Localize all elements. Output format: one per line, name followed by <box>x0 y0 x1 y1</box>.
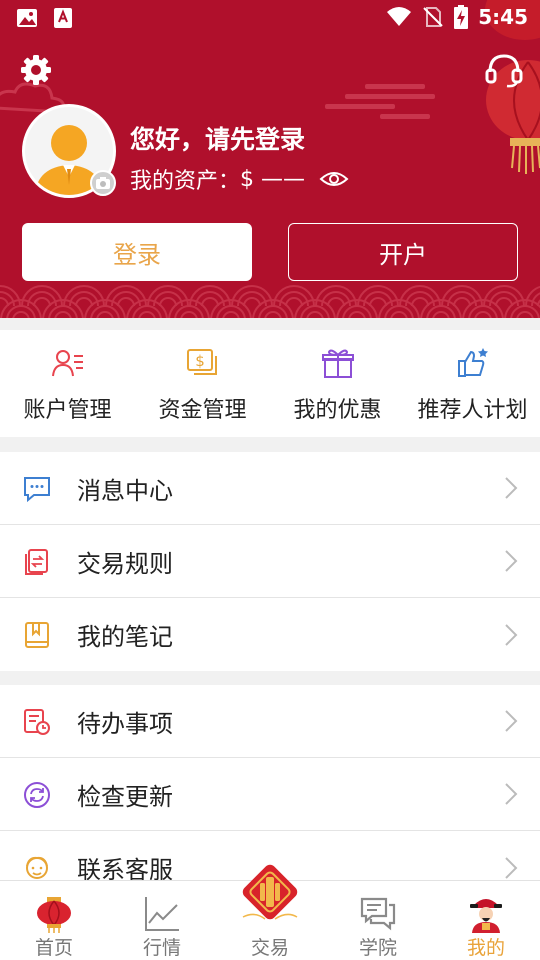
assets-row: 我的资产： $ —— <box>130 163 349 195</box>
rules-icon <box>25 549 48 575</box>
quick-actions: 账户管理 $ 资金管理 我的优惠 推荐人计划 <box>0 330 540 437</box>
quick-label: 资金管理 <box>158 398 247 423</box>
nav-label: 学院 <box>358 937 397 959</box>
account-icon <box>51 350 83 377</box>
status-bar: 5:45 <box>0 0 540 36</box>
nav-academy[interactable]: 学院 <box>324 881 432 960</box>
nav-label: 首页 <box>34 937 73 959</box>
profile-header: 5:45 您好，请先登录 我的资产： $ —— 登录 开户 <box>0 0 540 318</box>
wave-pattern-decoration <box>0 285 540 318</box>
menu-group-1: 消息中心 交易规则 我的笔记 <box>0 452 540 671</box>
firecracker-icon <box>242 864 298 920</box>
eye-icon[interactable] <box>319 170 349 188</box>
my-notes-row[interactable]: 我的笔记 <box>0 598 540 671</box>
wifi-icon <box>387 7 412 26</box>
settings-gear-icon[interactable] <box>20 54 52 86</box>
bottom-navigation: 首页 行情 交易 学院 我的 <box>0 864 540 960</box>
chevron-right-icon <box>505 623 518 646</box>
svg-text:$: $ <box>195 352 205 370</box>
funds-management-item[interactable]: $ 资金管理 <box>135 330 270 437</box>
trading-rules-row[interactable]: 交易规则 <box>0 525 540 598</box>
clock: 5:45 <box>478 5 528 29</box>
nav-mine[interactable]: 我的 <box>432 881 540 960</box>
gift-icon <box>321 349 354 378</box>
no-sim-icon <box>423 7 443 27</box>
row-label: 检查更新 <box>77 782 173 811</box>
quick-label: 我的优惠 <box>293 398 382 423</box>
open-account-button[interactable]: 开户 <box>288 223 518 281</box>
lantern-icon <box>37 897 71 933</box>
customer-service-icon <box>26 856 48 879</box>
account-management-item[interactable]: 账户管理 <box>0 330 135 437</box>
nav-label: 交易 <box>250 937 289 959</box>
message-center-row[interactable]: 消息中心 <box>0 452 540 525</box>
phone-screen: 5:45 您好，请先登录 我的资产： $ —— 登录 开户 账户管理 $ 资金管… <box>0 0 540 960</box>
nav-home[interactable]: 首页 <box>0 881 108 960</box>
notebook-icon <box>25 622 49 648</box>
nav-label: 行情 <box>142 937 181 959</box>
my-offers-item[interactable]: 我的优惠 <box>270 330 405 437</box>
row-label: 待办事项 <box>77 709 173 738</box>
nav-trade[interactable]: 交易 <box>216 864 324 960</box>
login-button[interactable]: 登录 <box>22 223 252 281</box>
app-notification-icon <box>54 8 72 28</box>
thumbs-up-icon <box>457 348 488 377</box>
chevron-right-icon <box>505 550 518 572</box>
check-update-row[interactable]: 检查更新 <box>0 758 540 831</box>
chevron-right-icon <box>505 477 518 499</box>
row-label: 消息中心 <box>77 476 173 505</box>
chevron-right-icon <box>505 856 518 879</box>
funds-icon: $ <box>186 349 217 375</box>
todo-row[interactable]: 待办事项 <box>0 685 540 758</box>
image-notification-icon <box>17 9 37 27</box>
chevron-right-icon <box>505 710 518 732</box>
nav-label: 我的 <box>466 937 505 959</box>
camera-icon[interactable] <box>90 170 116 196</box>
assets-value: $ —— <box>240 166 306 192</box>
todo-icon <box>24 709 50 735</box>
cloud-streak-decoration <box>325 84 435 119</box>
row-label: 我的笔记 <box>77 623 173 651</box>
referral-plan-item[interactable]: 推荐人计划 <box>405 330 540 437</box>
assets-label: 我的资产： <box>130 169 241 194</box>
quick-label: 推荐人计划 <box>417 398 528 423</box>
chat-icon <box>360 897 396 931</box>
battery-charging-icon <box>454 5 469 29</box>
message-icon <box>24 477 50 503</box>
nav-market[interactable]: 行情 <box>108 881 216 960</box>
quick-label: 账户管理 <box>23 398 112 423</box>
greeting-text[interactable]: 您好，请先登录 <box>130 120 305 156</box>
chart-icon <box>145 897 179 931</box>
update-icon <box>24 782 50 808</box>
customer-service-headset-icon[interactable] <box>485 52 523 88</box>
chevron-right-icon <box>505 783 518 805</box>
row-label: 交易规则 <box>77 549 173 578</box>
god-of-wealth-icon <box>470 899 502 933</box>
